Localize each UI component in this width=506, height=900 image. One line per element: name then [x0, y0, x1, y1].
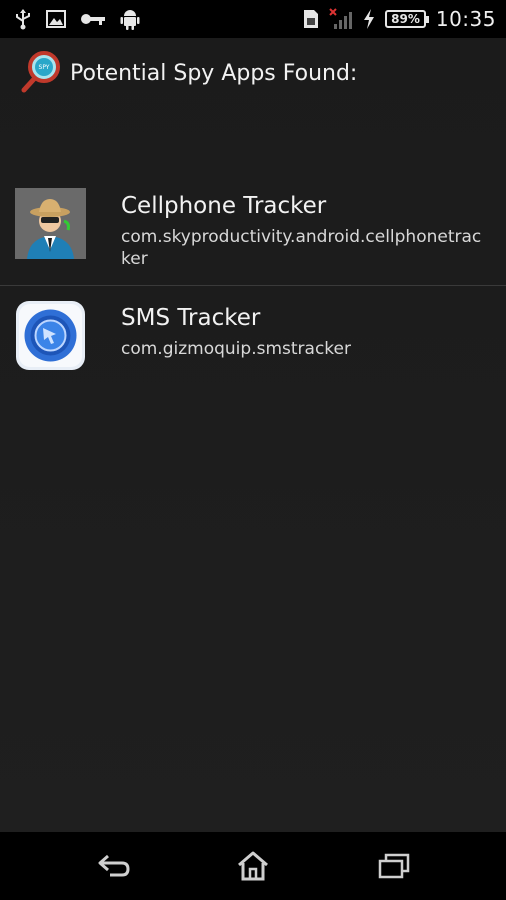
- android-icon: [120, 8, 140, 30]
- image-icon: [46, 10, 66, 28]
- header: SPY Potential Spy Apps Found:: [20, 49, 358, 97]
- usb-icon: [14, 8, 32, 30]
- app-content: SPY Potential Spy Apps Found: Cellphone …: [0, 38, 506, 832]
- svg-text:SPY: SPY: [39, 64, 50, 71]
- page-title: Potential Spy Apps Found:: [70, 60, 358, 86]
- spy-app-list: Cellphone Tracker com.skyproductivity.an…: [0, 180, 506, 400]
- status-bar-left: [14, 8, 140, 30]
- app-name: Cellphone Tracker: [121, 193, 327, 219]
- back-icon[interactable]: [90, 848, 138, 884]
- app-package: com.skyproductivity.android.cellphonetra…: [121, 227, 482, 269]
- battery-indicator: 89%: [385, 10, 429, 28]
- app-package: com.gizmoquip.smstracker: [121, 339, 351, 359]
- charging-icon: [363, 9, 375, 29]
- navigation-bar: [0, 832, 506, 900]
- home-icon[interactable]: [229, 848, 277, 884]
- app-info: Cellphone Tracker com.skyproductivity.an…: [121, 190, 491, 270]
- recents-icon[interactable]: [370, 848, 418, 884]
- sms-tracker-icon: [15, 300, 86, 371]
- list-item[interactable]: SMS Tracker com.gizmoquip.smstracker: [0, 292, 506, 400]
- key-icon: [80, 12, 106, 26]
- spy-agent-icon: [15, 188, 86, 259]
- status-bar-right: 89% 10:35: [303, 7, 496, 31]
- phone-screen: 89% 10:35 SPY Potential Spy Apps Found:: [0, 0, 506, 900]
- app-name: SMS Tracker: [121, 305, 261, 331]
- sim-icon: [303, 9, 319, 29]
- list-item[interactable]: Cellphone Tracker com.skyproductivity.an…: [0, 180, 506, 288]
- clock: 10:35: [435, 7, 496, 31]
- no-signal-icon: [329, 8, 353, 30]
- app-info: SMS Tracker com.gizmoquip.smstracker: [121, 302, 491, 360]
- status-bar: 89% 10:35: [0, 0, 506, 38]
- magnifier-spy-icon: SPY: [20, 49, 64, 97]
